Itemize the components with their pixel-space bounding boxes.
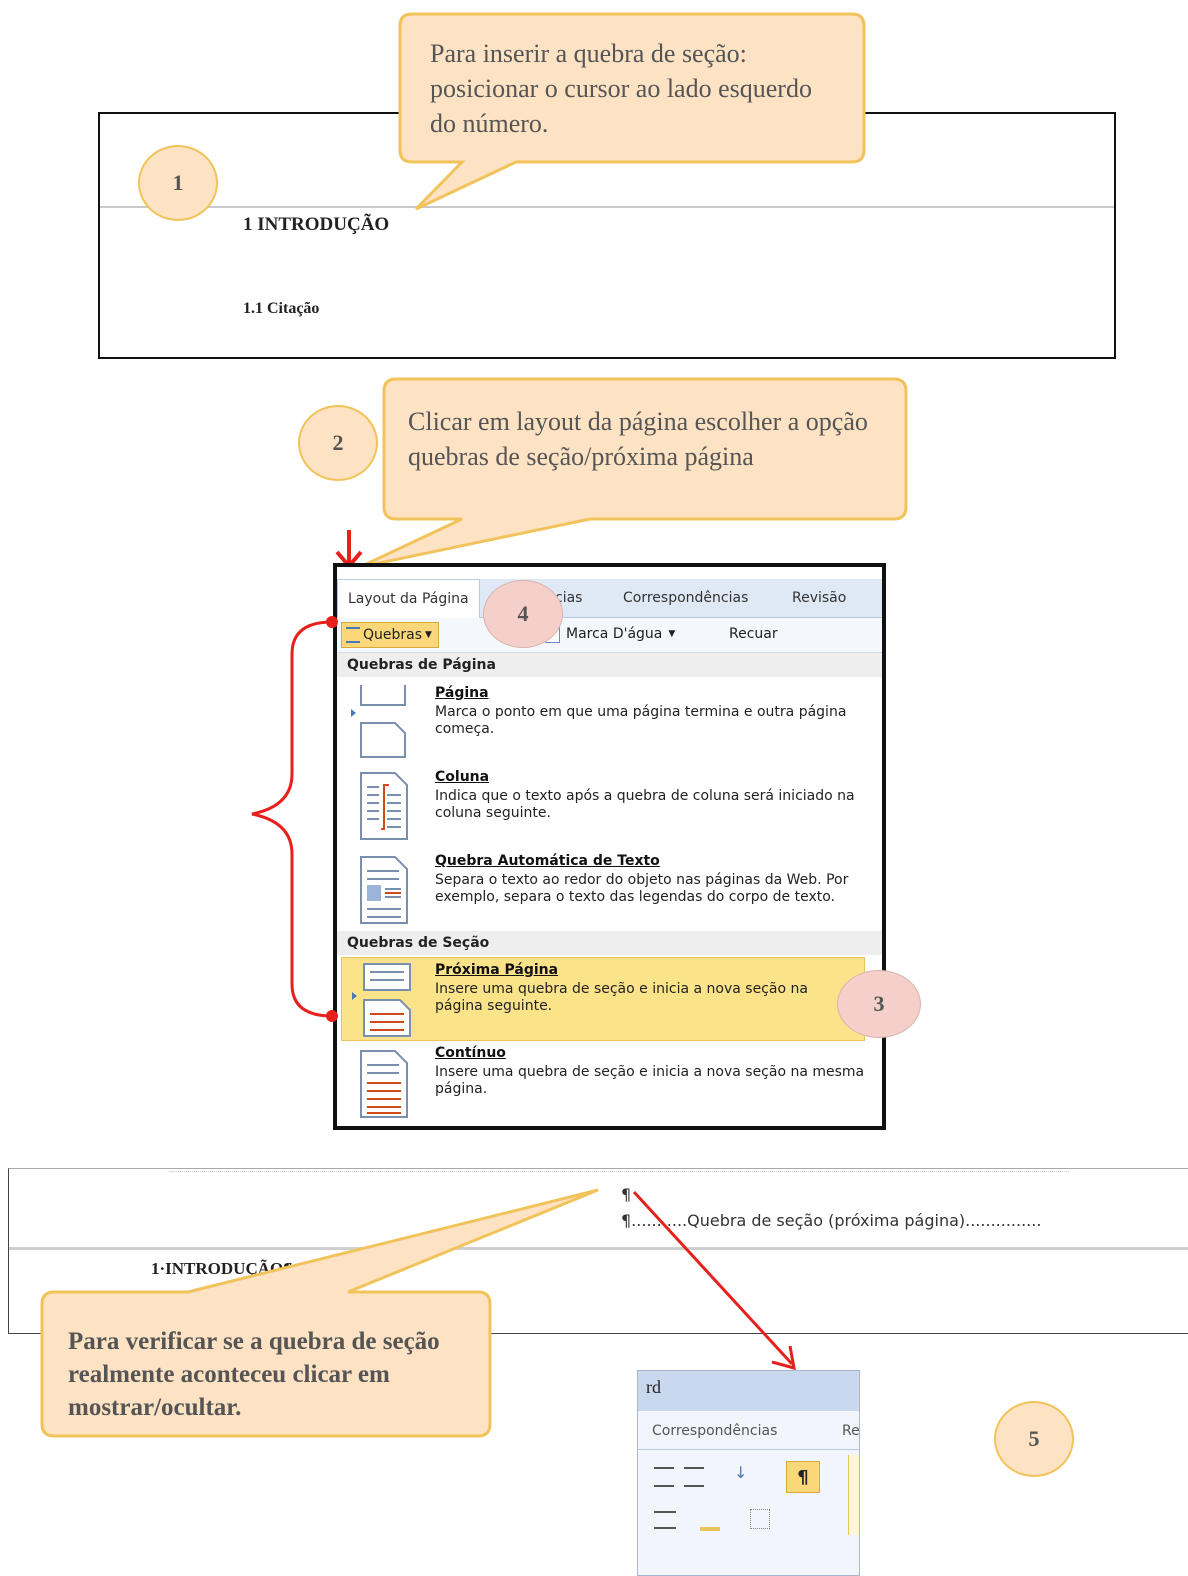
menu-item-coluna[interactable]: Coluna Indica que o texto após a quebra … [337, 763, 882, 847]
continuous-section-break-icon [360, 1050, 408, 1118]
menu-item-quebra-automatica-title: Quebra Automática de Texto [435, 853, 660, 869]
show-hide-button[interactable]: ¶ [786, 1461, 820, 1493]
callout-1-text: Para inserir a quebra de seção: posicion… [430, 39, 812, 138]
step-4-number: 4 [517, 601, 529, 626]
heading-introducao: 1 INTRODUÇÃO [243, 214, 390, 235]
chevron-down-icon: ▼ [425, 630, 432, 640]
menu-item-coluna-title: Coluna [435, 769, 490, 785]
heading-citacao: 1.1 Citação [243, 300, 320, 317]
step-3-badge: 3 [837, 970, 921, 1038]
menu-item-proxima-pagina-desc: Insere uma quebra de seção e inicia a no… [435, 981, 808, 1014]
menu-item-continuo-title: Contínuo [435, 1045, 506, 1061]
menu-item-continuo-desc: Insere uma quebra de seção e inicia a no… [435, 1064, 865, 1097]
menu-item-proxima-pagina[interactable]: Próxima Página Insere uma quebra de seçã… [341, 957, 865, 1041]
breaks-icon [346, 627, 360, 643]
tab-revisao[interactable]: Revisão [792, 579, 846, 617]
ruler-marks [169, 1171, 1069, 1176]
breaks-button-label: Quebras [363, 627, 423, 643]
borders-icon[interactable] [750, 1509, 770, 1529]
menu-item-continuo[interactable]: Contínuo Insere uma quebra de seção e in… [337, 1041, 882, 1121]
next-page-section-break-icon [352, 963, 411, 1037]
breaks-button[interactable]: Quebras ▼ [341, 622, 439, 648]
pilcrow-icon: ¶ [797, 1466, 809, 1488]
step-3-number: 3 [873, 991, 885, 1016]
show-hide-ribbon-screenshot: rd Correspondências Re ↓ ¶ [637, 1370, 860, 1576]
ribbon-tab-bar: Layout da Página cias Correspondências R… [337, 579, 882, 618]
style-panel-edge [848, 1455, 859, 1535]
red-diagonal-arrow-icon [632, 1190, 796, 1371]
tab-correspondencias[interactable]: Correspondências [623, 579, 748, 617]
red-brace-icon [251, 616, 338, 1022]
step-4-badge: 4 [483, 580, 563, 648]
line-spacing-icon[interactable] [654, 1511, 676, 1529]
page-breaks-header: Quebras de Página [337, 653, 882, 677]
menu-item-quebra-automatica-desc: Separa o texto ao redor do objeto nas pá… [435, 872, 849, 905]
step-1-badge: 1 [138, 145, 218, 221]
menu-item-quebra-automatica[interactable]: Quebra Automática de Texto Separa o text… [337, 847, 882, 929]
callout-2-text: Clicar em layout da página escolher a op… [408, 407, 868, 471]
mini-tab-underline [638, 1449, 859, 1450]
sort-icon[interactable]: ↓ [734, 1463, 747, 1482]
step-1-number: 1 [172, 170, 184, 195]
watermark-button-label: Marca D'água [566, 626, 663, 642]
step-5-number: 5 [1028, 1426, 1040, 1451]
menu-item-coluna-desc: Indica que o texto após a quebra de colu… [435, 788, 855, 821]
mini-tab-correspondencias[interactable]: Correspondências [652, 1423, 777, 1439]
page-break-icon [351, 685, 406, 758]
ribbon-toolbar: Quebras ▼ Marca D'água ▼ Recuar [337, 618, 882, 653]
mini-tab-revisao[interactable]: Re [842, 1423, 859, 1439]
watermark-button[interactable]: Marca D'água ▼ [545, 622, 675, 646]
breaks-menu-screenshot: Layout da Página cias Correspondências R… [333, 563, 886, 1130]
decrease-indent-icon[interactable] [654, 1467, 674, 1487]
shading-icon[interactable] [700, 1509, 720, 1531]
increase-indent-icon[interactable] [684, 1467, 704, 1487]
column-break-icon [360, 772, 408, 840]
callout-5-text: Para verificar se a quebra de seção real… [68, 1328, 440, 1421]
menu-item-pagina[interactable]: Página Marca o ponto em que uma página t… [337, 677, 882, 763]
menu-item-pagina-desc: Marca o ponto em que uma página termina … [435, 704, 847, 737]
section-breaks-header: Quebras de Seção [337, 931, 882, 955]
step-5-badge: 5 [994, 1401, 1074, 1477]
mini-title-text: rd [646, 1377, 661, 1397]
text-wrapping-break-icon [360, 856, 408, 924]
menu-item-pagina-title: Página [435, 685, 489, 701]
mini-title-bar: rd [638, 1371, 859, 1411]
indent-label: Recuar [729, 626, 778, 642]
menu-item-proxima-pagina-title: Próxima Página [435, 962, 559, 978]
tab-layout-da-pagina[interactable]: Layout da Página [337, 579, 480, 618]
chevron-down-icon: ▼ [668, 629, 676, 639]
